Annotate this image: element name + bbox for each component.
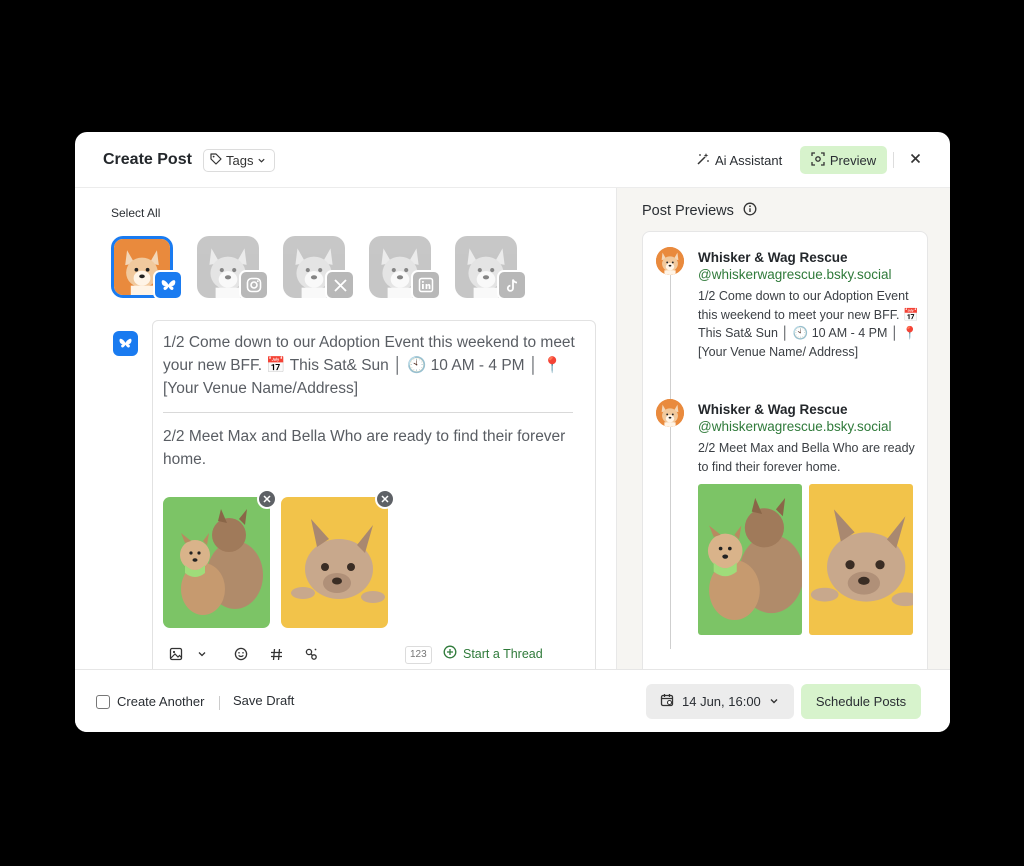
footer-divider xyxy=(219,696,220,710)
schedule-posts-button[interactable]: Schedule Posts xyxy=(801,684,921,719)
info-icon[interactable] xyxy=(743,202,757,220)
post-text-1[interactable]: 1/2 Come down to our Adoption Event this… xyxy=(163,331,583,400)
bluesky-icon xyxy=(113,331,138,356)
preview-post-text: 1/2 Come down to our Adoption Event this… xyxy=(698,289,919,359)
select-all-button[interactable]: Select All xyxy=(111,206,160,220)
ai-rewrite-icon[interactable] xyxy=(302,645,320,663)
chevron-down-icon xyxy=(257,153,266,168)
start-thread-label: Start a Thread xyxy=(463,646,543,661)
post-editor[interactable]: 1/2 Come down to our Adoption Event this… xyxy=(152,320,596,669)
account-linkedin[interactable] xyxy=(369,236,441,300)
image-icon[interactable] xyxy=(167,645,185,663)
bluesky-icon xyxy=(153,270,183,300)
preview-card: Whisker & Wag Rescue @whiskerwagrescue.b… xyxy=(642,231,928,669)
ai-assistant-button[interactable]: Ai Assistant xyxy=(696,146,782,174)
magic-wand-icon xyxy=(696,152,710,169)
preview-post-text: 2/2 Meet Max and Bella Who are ready to … xyxy=(698,441,915,474)
preview-author-name: Whisker & Wag Rescue xyxy=(698,250,848,265)
chevron-down-icon[interactable] xyxy=(193,645,211,663)
preview-author-handle: @whiskerwagrescue.bsky.social xyxy=(698,267,892,282)
composer-panel: Select All 1/2 Come down to our Adoption… xyxy=(75,188,616,669)
preview-button[interactable]: Preview xyxy=(800,146,887,174)
hashtag-icon[interactable] xyxy=(267,645,285,663)
close-button[interactable] xyxy=(905,150,925,170)
tag-icon xyxy=(210,153,222,168)
media-thumbnail[interactable] xyxy=(281,497,388,628)
avatar xyxy=(656,247,684,275)
chevron-down-icon xyxy=(769,694,779,709)
account-bluesky[interactable] xyxy=(111,236,183,300)
preview-image xyxy=(698,484,802,635)
schedule-date-picker[interactable]: 14 Jun, 16:00 xyxy=(646,684,794,719)
modal-header: Create Post Tags Ai Assistant Preview xyxy=(75,132,950,188)
character-count: 123 xyxy=(405,646,432,664)
thread-divider xyxy=(163,412,573,413)
calendar-icon xyxy=(660,693,674,710)
tags-label: Tags xyxy=(226,153,254,168)
close-icon xyxy=(910,151,921,169)
account-instagram[interactable] xyxy=(197,236,269,300)
account-tiktok[interactable] xyxy=(455,236,527,300)
create-another-checkbox[interactable] xyxy=(96,695,110,709)
scan-eye-icon xyxy=(811,151,825,169)
close-icon xyxy=(263,495,271,503)
modal-footer: Create Another Save Draft 14 Jun, 16:00 … xyxy=(75,669,950,732)
post-text-2[interactable]: 2/2 Meet Max and Bella Who are ready to … xyxy=(163,425,583,471)
create-post-modal: Create Post Tags Ai Assistant Preview Se… xyxy=(75,132,950,732)
ai-assistant-label: Ai Assistant xyxy=(715,152,783,168)
modal-title: Create Post xyxy=(103,151,192,168)
avatar xyxy=(656,399,684,427)
remove-media-button[interactable] xyxy=(257,489,277,509)
remove-media-button[interactable] xyxy=(375,489,395,509)
preview-author-name: Whisker & Wag Rescue xyxy=(698,402,848,417)
tiktok-icon xyxy=(497,270,527,300)
editor-toolbar: 123 Start a Thread xyxy=(153,639,597,669)
instagram-icon xyxy=(239,270,269,300)
preview-panel: Post Previews Whisker & Wag Rescue @whis… xyxy=(616,188,950,669)
linkedin-icon xyxy=(411,270,441,300)
preview-author-handle: @whiskerwagrescue.bsky.social xyxy=(698,419,892,434)
create-another-label[interactable]: Create Another xyxy=(117,694,204,709)
media-thumbnail[interactable] xyxy=(163,497,270,628)
header-divider xyxy=(893,152,894,168)
post-previews-heading: Post Previews xyxy=(642,202,757,220)
post-previews-title: Post Previews xyxy=(642,203,734,219)
save-draft-button[interactable]: Save Draft xyxy=(233,693,294,708)
account-x[interactable] xyxy=(283,236,355,300)
preview-label: Preview xyxy=(829,152,877,168)
emoji-icon[interactable] xyxy=(232,645,250,663)
schedule-date-value: 14 Jun, 16:00 xyxy=(682,694,761,709)
x-icon xyxy=(325,270,355,300)
tags-button[interactable]: Tags xyxy=(203,149,275,172)
close-icon xyxy=(381,495,389,503)
plus-circle-icon xyxy=(443,645,457,662)
start-thread-button[interactable]: Start a Thread xyxy=(443,645,543,662)
preview-image xyxy=(809,484,913,635)
thread-line xyxy=(670,274,671,649)
